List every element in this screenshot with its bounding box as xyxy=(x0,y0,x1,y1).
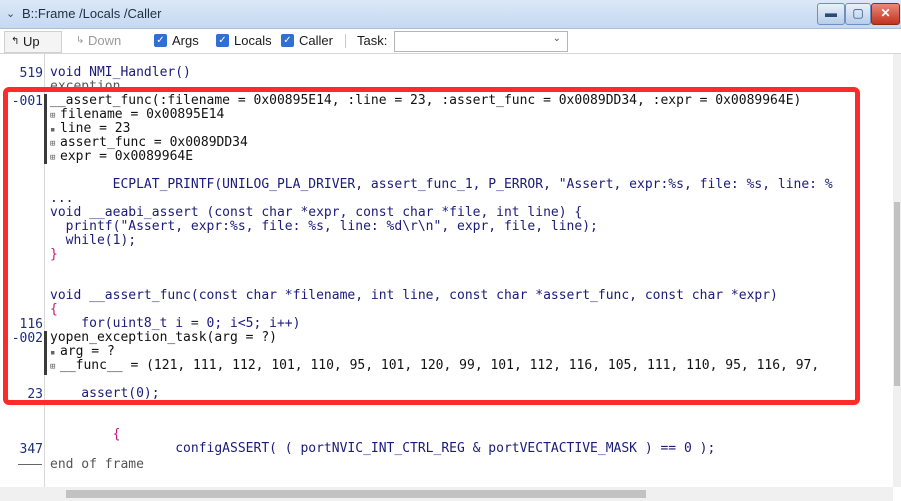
code-text: configASSERT( ( portNVIC_INT_CTRL_REG & … xyxy=(50,441,716,456)
minimize-button[interactable]: ▬ xyxy=(817,3,845,25)
window-menu-icon[interactable]: ⌄ xyxy=(6,8,18,20)
title-bar: ⌄ B::Frame /Locals /Caller ▬ ▢ ✕ xyxy=(0,0,901,29)
vertical-scrollbar[interactable] xyxy=(893,54,901,487)
horizontal-scrollbar[interactable] xyxy=(0,487,893,501)
close-button[interactable]: ✕ xyxy=(871,3,900,25)
maximize-button[interactable]: ▢ xyxy=(845,3,871,25)
line-number: 519 xyxy=(19,66,43,81)
down-label: Down xyxy=(88,33,122,48)
code-text: end of frame xyxy=(50,457,144,472)
end-of-frame-label: end of frame xyxy=(50,458,144,472)
caller-checkbox[interactable]: ✓ xyxy=(281,34,294,47)
horizontal-scroll-thumb[interactable] xyxy=(66,490,646,498)
code-text: { xyxy=(50,427,121,442)
up-arrow-icon: ↰ xyxy=(11,36,20,47)
args-label: Args xyxy=(172,33,199,48)
locals-label: Locals xyxy=(234,33,272,48)
caller-label: Caller xyxy=(299,33,333,48)
code-line[interactable]: void NMI_Handler() xyxy=(50,66,191,80)
code-line[interactable]: { xyxy=(50,427,121,442)
code-line[interactable]: configASSERT( ( portNVIC_INT_CTRL_REG & … xyxy=(50,442,715,456)
up-button[interactable]: ↰ Up xyxy=(4,31,62,53)
line-number: 347 xyxy=(19,442,43,457)
task-label: Task: xyxy=(357,33,388,48)
code-text: void NMI_Handler() xyxy=(50,65,191,80)
vertical-scroll-thumb[interactable] xyxy=(894,202,900,386)
task-combobox[interactable]: ⌄ xyxy=(394,31,568,52)
locals-checkbox[interactable]: ✓ xyxy=(216,34,229,47)
down-button[interactable]: ↳ Down xyxy=(70,31,130,51)
down-arrow-icon: ↳ xyxy=(76,35,85,46)
chevron-down-icon[interactable]: ⌄ xyxy=(553,33,561,44)
window-title: B::Frame /Locals /Caller xyxy=(22,6,162,21)
highlight-box xyxy=(3,87,860,405)
toolbar-separator xyxy=(345,34,346,48)
up-label: Up xyxy=(23,34,40,49)
end-marker-line xyxy=(18,464,42,465)
args-checkbox[interactable]: ✓ xyxy=(154,34,167,47)
toolbar: ↰ Up ↳ Down ✓ Args ✓ Locals ✓ Caller Tas… xyxy=(0,29,901,54)
